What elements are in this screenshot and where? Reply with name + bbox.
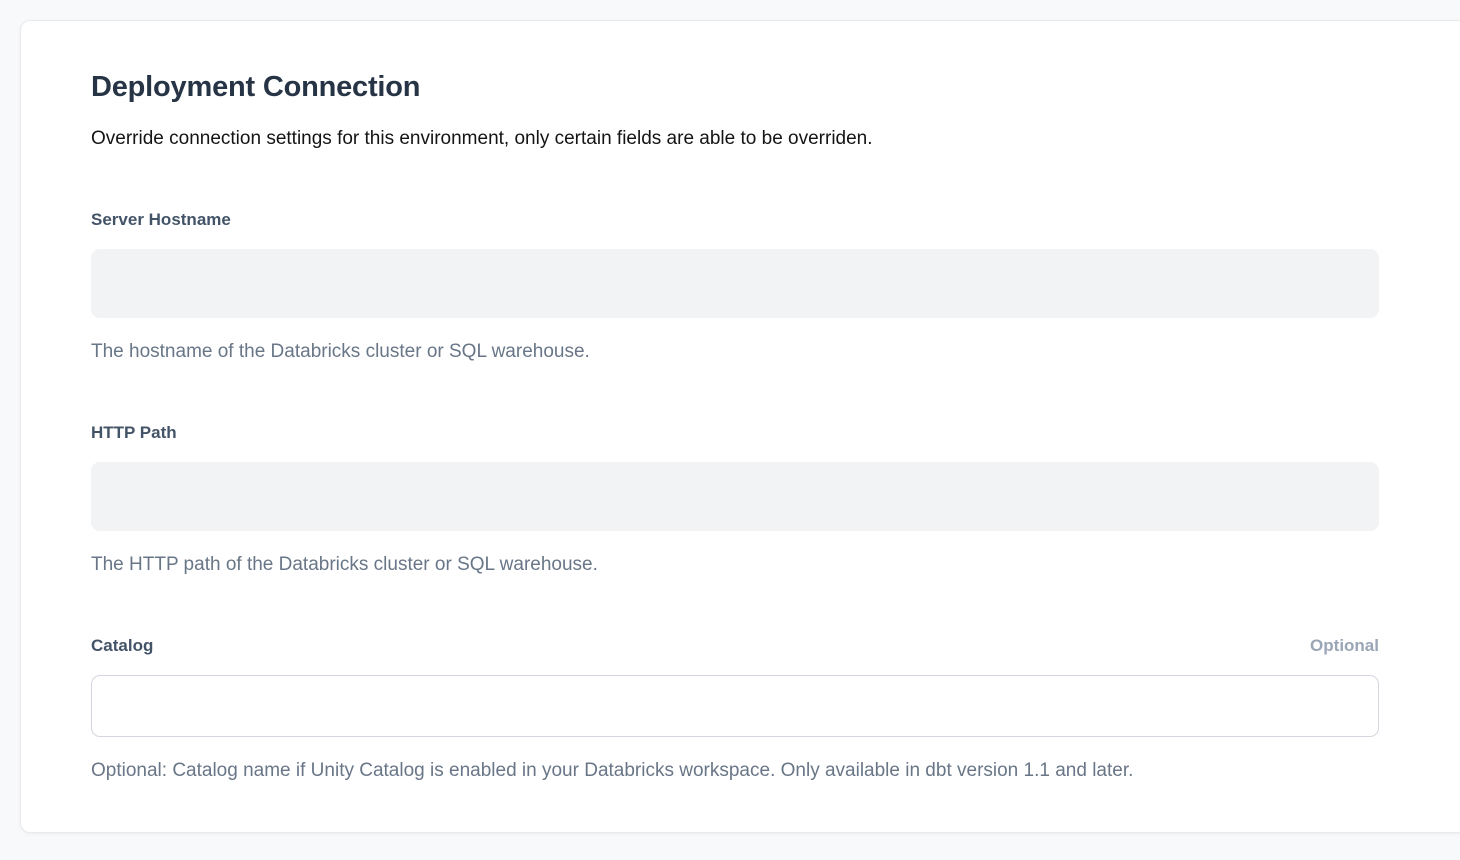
catalog-help: Optional: Catalog name if Unity Catalog …: [91, 759, 1379, 783]
catalog-input[interactable]: [91, 675, 1379, 737]
http-path-label: HTTP Path: [91, 422, 177, 443]
panel-description: Override connection settings for this en…: [91, 126, 1460, 151]
server-hostname-input: [91, 249, 1379, 318]
http-path-help: The HTTP path of the Databricks cluster …: [91, 553, 1379, 577]
field-header: Server Hostname: [91, 209, 1379, 230]
field-catalog: Catalog Optional Optional: Catalog name …: [91, 635, 1379, 783]
page-title: Deployment Connection: [91, 69, 1460, 105]
server-hostname-label: Server Hostname: [91, 209, 231, 230]
field-header: Catalog Optional: [91, 635, 1379, 656]
deployment-connection-panel: Deployment Connection Override connectio…: [20, 20, 1460, 833]
field-http-path: HTTP Path The HTTP path of the Databrick…: [91, 422, 1379, 577]
catalog-label: Catalog: [91, 635, 153, 656]
server-hostname-help: The hostname of the Databricks cluster o…: [91, 340, 1379, 364]
field-header: HTTP Path: [91, 422, 1379, 443]
optional-badge: Optional: [1310, 635, 1379, 656]
http-path-input: [91, 462, 1379, 531]
field-server-hostname: Server Hostname The hostname of the Data…: [91, 209, 1379, 364]
